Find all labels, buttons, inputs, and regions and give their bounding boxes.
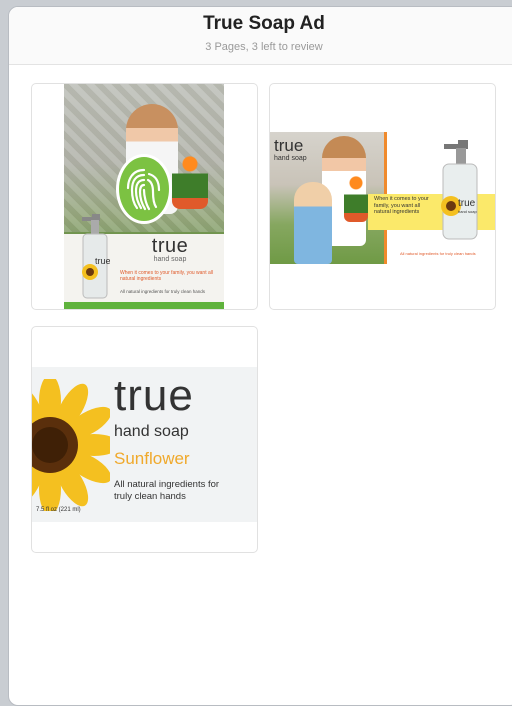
ad-page-landscape: true hand soap When it comes to your fam…: [270, 132, 495, 264]
sunflower-image: [32, 379, 110, 511]
ad-brand: true: [151, 235, 189, 257]
ad-subtitle: hand soap: [274, 155, 307, 162]
label-brand: true: [114, 371, 194, 420]
review-status: 3 Pages, 3 left to review: [205, 41, 323, 53]
label-size: 7.5 fl oz (221 ml): [36, 507, 81, 513]
label-natural: All natural ingredients for truly clean …: [114, 479, 220, 502]
child-figure: [294, 182, 332, 264]
page-thumbnail-2[interactable]: true hand soap When it comes to your fam…: [269, 83, 496, 310]
bottle-brand: true: [458, 198, 476, 209]
ad-subtitle: hand soap: [153, 256, 187, 263]
bottle-subtitle: hand soap: [458, 209, 477, 214]
label-page: true hand soap Sunflower All natural ing…: [32, 367, 257, 522]
page-thumbnail-3[interactable]: true hand soap Sunflower All natural ing…: [31, 326, 258, 553]
ad-page-portrait: true true hand soap When it comes to you…: [64, 84, 224, 309]
fingerprint-icon: [116, 154, 172, 224]
review-window: True Soap Ad 3 Pages, 3 left to review t…: [8, 6, 512, 706]
ad-tagline: When it comes to your family, you want a…: [120, 270, 213, 282]
soap-bottle: true hand soap: [441, 140, 478, 240]
page-title: True Soap Ad: [203, 13, 325, 34]
ad-tagline: When it comes to your family, you want a…: [374, 196, 429, 215]
ad-natural: All natural ingredients for truly clean …: [400, 251, 476, 256]
ad-natural: All natural ingredients for truly clean …: [120, 289, 206, 294]
header: True Soap Ad 3 Pages, 3 left to review: [9, 7, 512, 65]
marigold-pot: [344, 176, 368, 222]
label-flavor: Sunflower: [114, 449, 190, 468]
marigold-pot: [172, 154, 208, 209]
grass-strip: [64, 302, 224, 309]
label-subtitle: hand soap: [114, 423, 189, 440]
page-thumbnail-1[interactable]: true true hand soap When it comes to you…: [31, 83, 258, 310]
soap-bottle: true: [82, 214, 110, 299]
ad-brand: true: [274, 136, 304, 155]
bottle-brand: true: [95, 256, 110, 266]
